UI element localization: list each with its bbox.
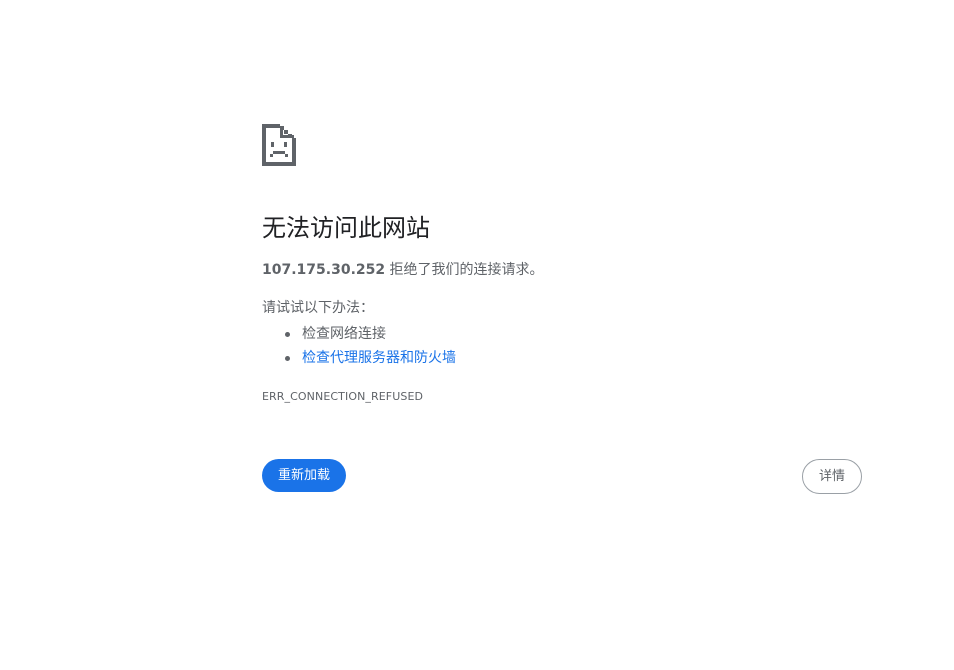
bullet-icon: [285, 332, 290, 337]
bullet-icon: [285, 356, 290, 361]
error-code: ERR_CONNECTION_REFUSED: [262, 390, 424, 403]
page-title: 无法访问此网站: [262, 214, 430, 242]
sad-page-icon: [262, 124, 296, 166]
suggestion-check-network: 检查网络连接: [302, 326, 386, 342]
host-address: 107.175.30.252: [262, 262, 386, 278]
error-page: 无法访问此网站 107.175.30.252 拒绝了我们的连接请求。 请试试以下…: [0, 0, 954, 670]
suggestion-item: 检查代理服务器和防火墙: [262, 346, 456, 370]
error-summary-text: 拒绝了我们的连接请求。: [385, 262, 544, 278]
suggestions-heading: 请试试以下办法：: [262, 300, 374, 316]
suggestion-item: 检查网络连接: [262, 322, 456, 346]
suggestions-list: 检查网络连接 检查代理服务器和防火墙: [262, 322, 456, 370]
details-button[interactable]: 详情: [802, 459, 862, 494]
suggestion-check-proxy-firewall-link[interactable]: 检查代理服务器和防火墙: [302, 350, 456, 366]
error-summary: 107.175.30.252 拒绝了我们的连接请求。: [262, 260, 544, 280]
reload-button[interactable]: 重新加载: [262, 459, 346, 492]
